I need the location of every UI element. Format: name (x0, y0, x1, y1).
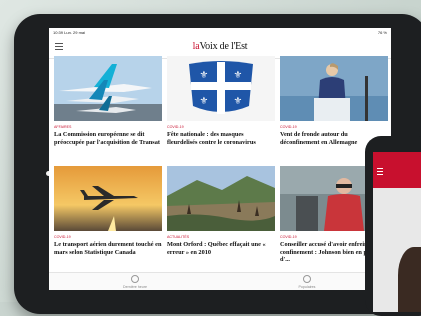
tab-derniere-heure[interactable]: Dernière heure (105, 275, 165, 289)
status-battery: 76 % (377, 30, 387, 35)
tablet-screen: 10:39 Lun. 29 mai 76 % laVoix de l'Est A… (49, 28, 391, 290)
article-title[interactable]: Mont Orford : Québec effaçait une « erre… (167, 241, 275, 256)
trending-icon (303, 275, 311, 283)
article-category: AFFAIRES (54, 125, 72, 129)
site-logo[interactable]: laVoix de l'Est (49, 41, 391, 52)
article-thumbnail-quebec-mask: ⚜ ⚜ ⚜ ⚜ (167, 56, 275, 121)
article-thumbnail-mont-orford (167, 166, 275, 231)
status-bar: 10:39 Lun. 29 mai 76 % (49, 28, 391, 36)
status-time: 10:39 Lun. 29 mai (53, 30, 86, 35)
phone-article-image (398, 247, 421, 312)
article-category: COVID-19 (280, 235, 297, 239)
svg-text:⚜: ⚜ (234, 96, 243, 107)
phone-device (365, 136, 421, 316)
article-category: COVID-19 (167, 125, 184, 129)
article-thumbnail-plane-sunset (54, 166, 162, 231)
clock-icon (131, 275, 139, 283)
article-category: COVID-19 (280, 125, 297, 129)
article-category: ACTUALITÉS (167, 235, 190, 239)
article-thumbnail-merkel-podium (280, 56, 388, 121)
tab-label: Dernière heure (123, 285, 147, 289)
article-title[interactable]: Le transport aérien durement touché en m… (54, 241, 162, 256)
tab-label: Populaires (298, 285, 316, 289)
phone-menu-icon[interactable] (377, 168, 383, 177)
svg-text:⚜: ⚜ (234, 70, 243, 81)
phone-screen (373, 152, 421, 312)
article-thumbnail-transat-planes (54, 56, 162, 121)
article-category: COVID-19 (54, 235, 71, 239)
tab-populaires[interactable]: Populaires (277, 275, 337, 289)
phone-header (373, 158, 421, 188)
svg-text:⚜: ⚜ (200, 70, 209, 81)
article-title[interactable]: Fête nationale : des masques fleurdelisé… (167, 131, 275, 146)
article-title[interactable]: La Commission européenne se dit préoccup… (54, 131, 162, 146)
bottom-tab-bar: Dernière heure Populaires (49, 272, 391, 290)
svg-text:⚜: ⚜ (200, 96, 209, 107)
logo-name: Voix de l'Est (199, 41, 248, 52)
